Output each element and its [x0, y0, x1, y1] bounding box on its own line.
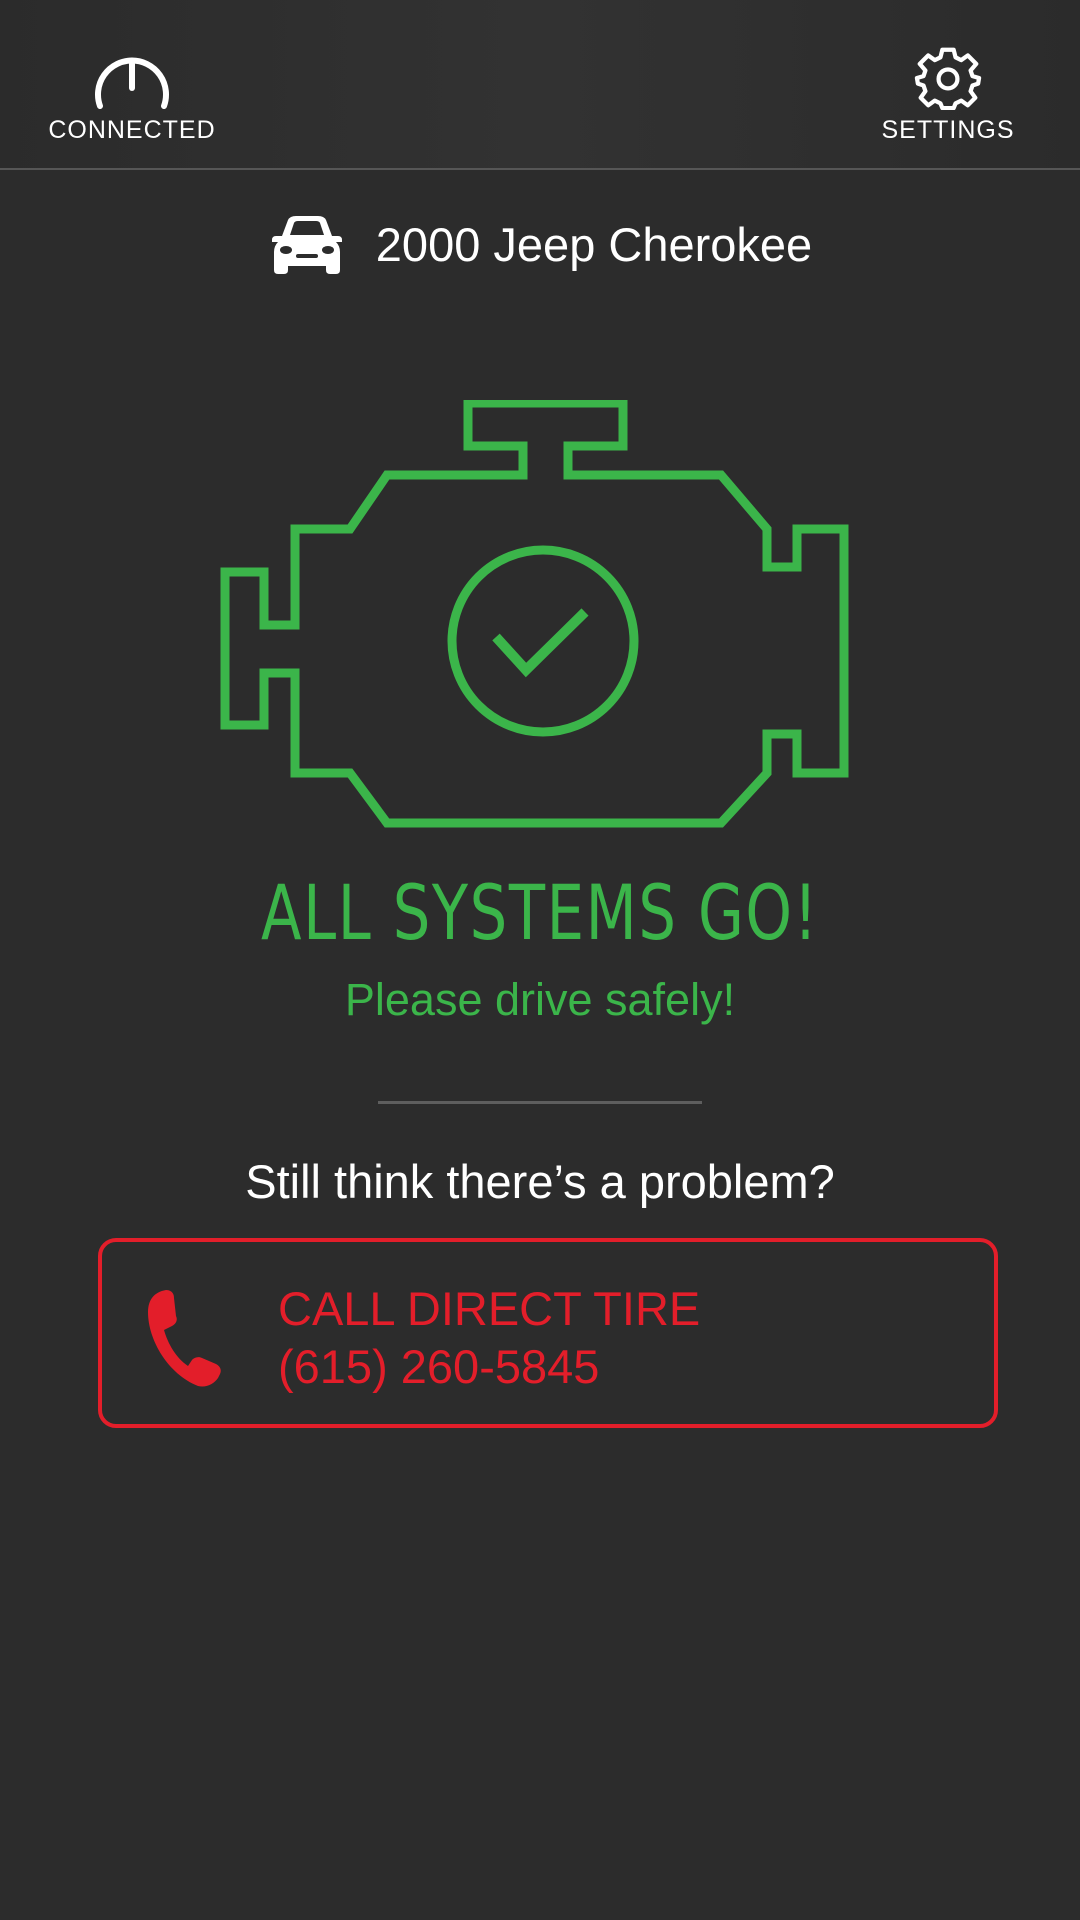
call-direct-tire-button[interactable]: CALL DIRECT TIRE (615) 260-5845 — [98, 1238, 998, 1428]
status-title: ALL SYSTEMS GO! — [261, 868, 819, 957]
status-subtitle: Please drive safely! — [344, 974, 736, 1025]
gauge-icon — [95, 57, 169, 109]
connected-label: CONNECTED — [48, 116, 216, 144]
call-text: CALL DIRECT TIRE (615) 260-5845 — [278, 1280, 700, 1396]
phone-icon — [148, 1290, 221, 1387]
settings-button[interactable]: SETTINGS — [878, 46, 1018, 145]
help-question: Still think there’s a problem? — [245, 1155, 835, 1208]
top-nav-bar: CONNECTED SETTINGS — [0, 0, 1080, 170]
vehicle-name: 2000 Jeep Cherokee — [375, 217, 813, 271]
vehicle-row: 2000 Jeep Cherokee — [0, 212, 1080, 276]
gear-icon — [914, 47, 982, 110]
app-screen: CONNECTED SETTINGS 2000 Jeep Cherokee AL — [0, 0, 1080, 1920]
connected-button[interactable]: CONNECTED — [48, 46, 215, 145]
check-engine-ok-icon — [220, 400, 849, 828]
phone-number: (615) 260-5845 — [278, 1340, 600, 1393]
settings-label: SETTINGS — [881, 116, 1015, 144]
call-label: CALL DIRECT TIRE — [278, 1282, 701, 1335]
divider — [378, 1101, 702, 1104]
car-icon — [271, 216, 342, 274]
